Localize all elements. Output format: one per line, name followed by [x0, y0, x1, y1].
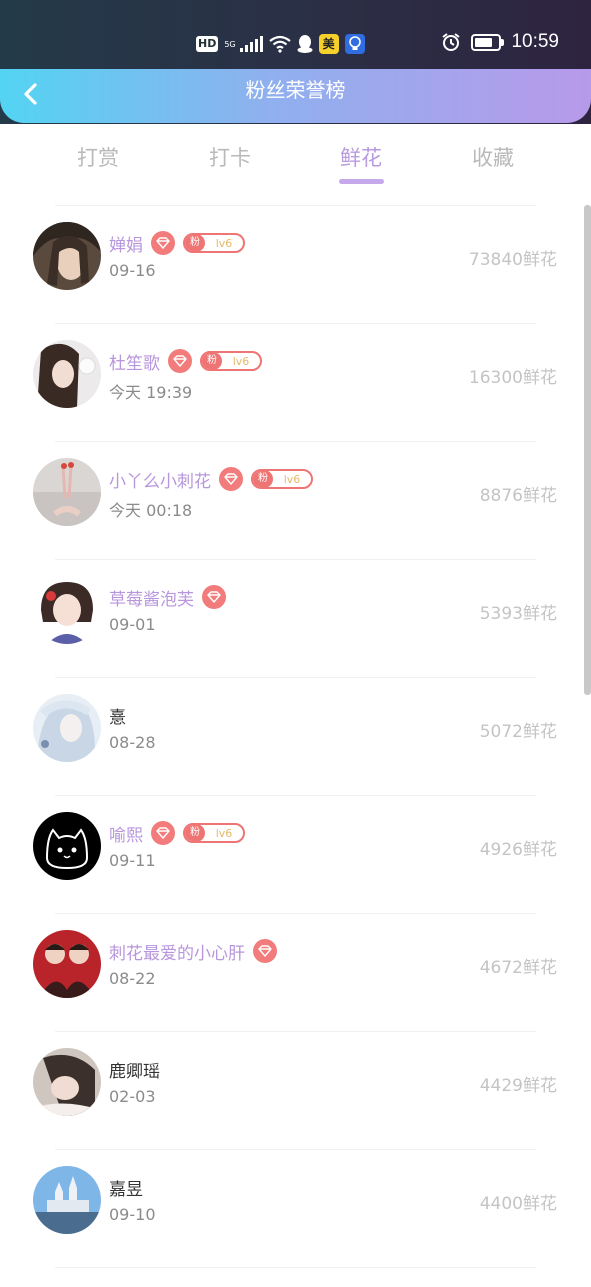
- divider: [55, 795, 536, 796]
- user-name: 鹿卿瑶: [109, 1061, 160, 1082]
- user-name: 憙: [109, 707, 126, 728]
- list-item[interactable]: 憙 08-28 5072鲜花: [0, 677, 591, 795]
- avatar[interactable]: [33, 222, 101, 290]
- user-name: 刺花最爱的小心肝: [109, 943, 245, 964]
- status-icons: HD 5G 美: [196, 33, 365, 55]
- tab-flowers[interactable]: 鲜花: [311, 142, 411, 172]
- fan-level-badge: 粉 lv6: [200, 351, 262, 371]
- flower-count: 5072鲜花: [479, 722, 557, 742]
- alarm-icon: [442, 33, 461, 51]
- list-item[interactable]: 小丫么小刺花 粉 lv6 今天 00:18 8876鲜花: [0, 441, 591, 559]
- avatar[interactable]: [33, 340, 101, 408]
- flower-count: 4429鲜花: [479, 1076, 557, 1096]
- date-label: 09-01: [109, 615, 156, 634]
- divider: [55, 323, 536, 324]
- avatar[interactable]: [33, 576, 101, 644]
- diamond-icon: [168, 349, 192, 373]
- flower-count: 5393鲜花: [479, 604, 557, 624]
- status-right: 10:59: [441, 31, 559, 53]
- active-tab-indicator: [339, 179, 384, 184]
- flower-count: 4400鲜花: [479, 1194, 557, 1214]
- user-name: 杜笙歌: [109, 353, 160, 374]
- diamond-icon: [151, 231, 175, 255]
- signal-icon: [239, 36, 263, 52]
- scrollbar[interactable]: [584, 205, 591, 695]
- flower-count: 16300鲜花: [468, 368, 557, 388]
- date-label: 今天 00:18: [109, 501, 193, 520]
- divider: [55, 1031, 536, 1032]
- tab-checkin[interactable]: 打卡: [180, 142, 280, 172]
- tab-favorites[interactable]: 收藏: [443, 142, 543, 172]
- list-item[interactable]: 婵娟 粉 lv6 09-16 73840鲜花: [0, 205, 591, 323]
- avatar[interactable]: [33, 930, 101, 998]
- avatar[interactable]: [33, 1166, 101, 1234]
- diamond-icon: [151, 821, 175, 845]
- divider: [55, 913, 536, 914]
- divider: [55, 1149, 536, 1150]
- user-name: 草莓酱泡芙: [109, 589, 194, 610]
- divider: [55, 559, 536, 560]
- flower-count: 73840鲜花: [468, 250, 557, 270]
- date-label: 08-28: [109, 733, 156, 752]
- flower-count: 4672鲜花: [479, 958, 557, 978]
- user-name: 小丫么小刺花: [109, 471, 211, 492]
- date-label: 09-10: [109, 1205, 156, 1224]
- divider: [55, 205, 536, 206]
- fan-level-badge: 粉 lv6: [251, 469, 313, 489]
- app-header: 粉丝荣誉榜: [0, 69, 591, 123]
- list-end: [0, 1267, 591, 1287]
- diamond-icon: [219, 467, 243, 491]
- date-label: 09-16: [109, 261, 156, 280]
- status-bar: HD 5G 美 10:59: [0, 0, 591, 70]
- diamond-icon: [202, 585, 226, 609]
- list-item[interactable]: 杜笙歌 粉 lv6 今天 19:39 16300鲜花: [0, 323, 591, 441]
- user-name: 嘉昱: [109, 1179, 143, 1200]
- divider: [55, 441, 536, 442]
- ranking-list: 婵娟 粉 lv6 09-16 73840鲜花 杜笙歌 粉 lv6 今天 19:39 …: [0, 205, 591, 1287]
- avatar[interactable]: [33, 1048, 101, 1116]
- divider: [55, 677, 536, 678]
- list-item[interactable]: 鹿卿瑶 02-03 4429鲜花: [0, 1031, 591, 1149]
- wifi-icon: [268, 35, 291, 53]
- avatar[interactable]: [33, 458, 101, 526]
- user-name: 喻熙: [109, 825, 143, 846]
- flower-count: 4926鲜花: [479, 840, 557, 860]
- tab-bar: 打赏 打卡 鲜花 收藏: [0, 124, 591, 204]
- date-label: 02-03: [109, 1087, 156, 1106]
- avatar[interactable]: [33, 694, 101, 762]
- 5g-label: 5G: [224, 39, 236, 49]
- clock-time: 10:59: [511, 31, 559, 52]
- battery-icon: [471, 33, 505, 51]
- page-title: 粉丝荣誉榜: [245, 78, 346, 102]
- list-item[interactable]: 草莓酱泡芙 09-01 5393鲜花: [0, 559, 591, 677]
- date-label: 09-11: [109, 851, 156, 870]
- divider: [55, 1267, 536, 1268]
- avatar[interactable]: [33, 812, 101, 880]
- bulb-app-icon: [344, 34, 365, 54]
- date-label: 今天 19:39: [109, 383, 193, 402]
- flower-count: 8876鲜花: [479, 486, 557, 506]
- date-label: 08-22: [109, 969, 156, 988]
- hd-badge: HD: [196, 36, 219, 52]
- diamond-icon: [253, 939, 277, 963]
- qq-icon: [297, 35, 313, 53]
- tab-reward[interactable]: 打赏: [48, 142, 148, 172]
- meituan-app-icon: 美: [318, 34, 339, 54]
- list-item[interactable]: 嘉昱 09-10 4400鲜花: [0, 1149, 591, 1267]
- list-item[interactable]: 喻熙 粉 lv6 09-11 4926鲜花: [0, 795, 591, 913]
- fan-level-badge: 粉 lv6: [183, 823, 245, 843]
- user-name: 婵娟: [109, 235, 143, 256]
- fan-level-badge: 粉 lv6: [183, 233, 245, 253]
- list-item[interactable]: 刺花最爱的小心肝 08-22 4672鲜花: [0, 913, 591, 1031]
